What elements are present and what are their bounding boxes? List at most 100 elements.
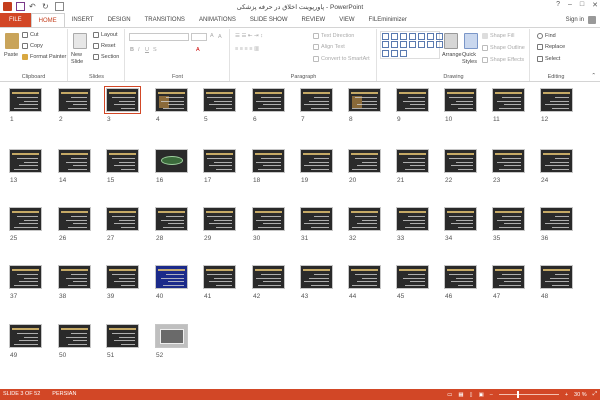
shape-effects-button[interactable]: Shape Effects [482, 57, 524, 63]
slide-thumbnail[interactable] [492, 207, 525, 231]
slide-thumbnail[interactable] [348, 88, 381, 112]
tab-slide-show[interactable]: SLIDE SHOW [243, 13, 295, 27]
slide-thumbnail[interactable] [540, 149, 573, 173]
align-text-button[interactable]: Align Text [313, 44, 345, 50]
collapse-ribbon-icon[interactable]: ⌃ [591, 73, 596, 79]
format-painter-button[interactable]: Format Painter [22, 54, 66, 60]
shape-fill-button[interactable]: Shape Fill [482, 33, 514, 39]
section-button[interactable]: Section [93, 54, 119, 60]
slide-thumbnail[interactable] [444, 149, 477, 173]
slide-thumbnail[interactable] [300, 207, 333, 231]
new-slide-icon[interactable] [73, 33, 87, 49]
slide-thumbnail[interactable] [106, 324, 139, 348]
quick-styles-button[interactable]: Quick Styles [462, 52, 480, 66]
slide-thumbnail[interactable] [155, 149, 188, 173]
zoom-slider[interactable] [498, 391, 559, 398]
slideshow-view-icon[interactable]: ▣ [479, 392, 484, 398]
font-size-dropdown[interactable] [191, 33, 207, 41]
slide-thumbnail[interactable] [444, 207, 477, 231]
convert-smartart-button[interactable]: Convert to SmartArt [313, 56, 370, 62]
slide-thumbnail[interactable] [203, 149, 236, 173]
tab-insert[interactable]: INSERT [65, 13, 101, 27]
zoom-slider-knob[interactable] [516, 391, 519, 398]
slide-thumbnail[interactable] [106, 207, 139, 231]
language-indicator[interactable]: PERSIAN [52, 391, 76, 397]
strikethrough-button[interactable]: S [153, 47, 157, 53]
slide-thumbnail[interactable] [106, 265, 139, 289]
slide-thumbnail[interactable] [396, 265, 429, 289]
slide-thumbnail[interactable] [540, 207, 573, 231]
slide-thumbnail[interactable] [492, 88, 525, 112]
slide-thumbnail[interactable] [9, 149, 42, 173]
slide-thumbnail[interactable] [9, 207, 42, 231]
slide-thumbnail[interactable] [9, 88, 42, 112]
slide-thumbnail[interactable] [9, 324, 42, 348]
grow-font-icon[interactable]: A [210, 33, 214, 39]
zoom-out-button[interactable]: – [490, 392, 493, 398]
underline-button[interactable]: U [145, 47, 149, 53]
slide-thumbnail[interactable] [155, 88, 188, 112]
paste-button[interactable]: Paste [4, 52, 18, 58]
slide-thumbnail[interactable] [348, 207, 381, 231]
slide-thumbnail[interactable] [540, 88, 573, 112]
slide-thumbnail[interactable] [104, 86, 141, 114]
quick-styles-icon[interactable] [464, 33, 478, 49]
slide-thumbnail[interactable] [155, 207, 188, 231]
font-name-dropdown[interactable] [129, 33, 189, 41]
slide-sorter-view-icon[interactable]: ▦ [458, 392, 463, 398]
slide-thumbnail[interactable] [396, 207, 429, 231]
slide-thumbnail[interactable] [300, 265, 333, 289]
slide-thumbnail[interactable] [252, 149, 285, 173]
align-icons[interactable]: ≡ ≡ ≡ ≡ ▥ [235, 46, 259, 52]
slide-thumbnail[interactable] [58, 324, 91, 348]
slide-thumbnail[interactable] [155, 265, 188, 289]
select-button[interactable]: Select [537, 56, 560, 62]
tab-animations[interactable]: ANIMATIONS [192, 13, 243, 27]
maximize-icon[interactable]: □ [580, 1, 584, 9]
fit-slide-icon[interactable]: ⤢ [593, 391, 597, 398]
slide-thumbnail[interactable] [203, 265, 236, 289]
tab-review[interactable]: REVIEW [295, 13, 333, 27]
slide-thumbnail[interactable] [58, 88, 91, 112]
minimize-icon[interactable]: – [568, 1, 572, 9]
reading-view-icon[interactable]: ▯ [470, 392, 473, 398]
tab-view[interactable]: VIEW [332, 13, 361, 27]
normal-view-icon[interactable]: ▭ [447, 392, 452, 398]
slide-thumbnail[interactable] [348, 265, 381, 289]
slide-thumbnail[interactable] [58, 207, 91, 231]
layout-button[interactable]: Layout [93, 32, 118, 38]
paste-icon[interactable] [5, 33, 19, 49]
slide-thumbnail[interactable] [444, 265, 477, 289]
sign-in-link[interactable]: Sign in [566, 17, 584, 23]
slide-thumbnail[interactable] [203, 207, 236, 231]
shapes-gallery[interactable] [380, 31, 443, 59]
slide-thumbnail[interactable] [492, 149, 525, 173]
tab-design[interactable]: DESIGN [101, 13, 138, 27]
italic-button[interactable]: I [138, 47, 140, 53]
tab-home[interactable]: HOME [30, 13, 65, 27]
arrange-icon[interactable] [444, 33, 458, 49]
shape-outline-button[interactable]: Shape Outline [482, 45, 525, 51]
tab-file[interactable]: FILE [0, 13, 31, 27]
bold-button[interactable]: B [130, 47, 134, 53]
slide-thumbnail[interactable] [300, 149, 333, 173]
slide-thumbnail[interactable] [58, 265, 91, 289]
slide-thumbnail[interactable] [348, 149, 381, 173]
copy-button[interactable]: Copy [22, 43, 43, 49]
slide-thumbnail[interactable] [540, 265, 573, 289]
bullets-icon[interactable]: ☰ ☰ ⇤ ⇥ ↕ [235, 33, 263, 39]
zoom-level[interactable]: 30 % [574, 392, 587, 398]
slide-thumbnail[interactable] [252, 88, 285, 112]
find-button[interactable]: Find [537, 33, 556, 39]
reset-button[interactable]: Reset [93, 43, 115, 49]
arrange-button[interactable]: Arrange [442, 52, 462, 58]
slide-thumbnail[interactable] [155, 324, 188, 348]
slide-thumbnail[interactable] [492, 265, 525, 289]
avatar[interactable] [588, 16, 596, 24]
zoom-in-button[interactable]: + [565, 392, 568, 398]
replace-button[interactable]: Replace [537, 44, 565, 50]
slide-thumbnail[interactable] [106, 149, 139, 173]
slide-thumbnail[interactable] [9, 265, 42, 289]
text-direction-button[interactable]: Text Direction [313, 33, 354, 39]
slide-thumbnail[interactable] [396, 149, 429, 173]
